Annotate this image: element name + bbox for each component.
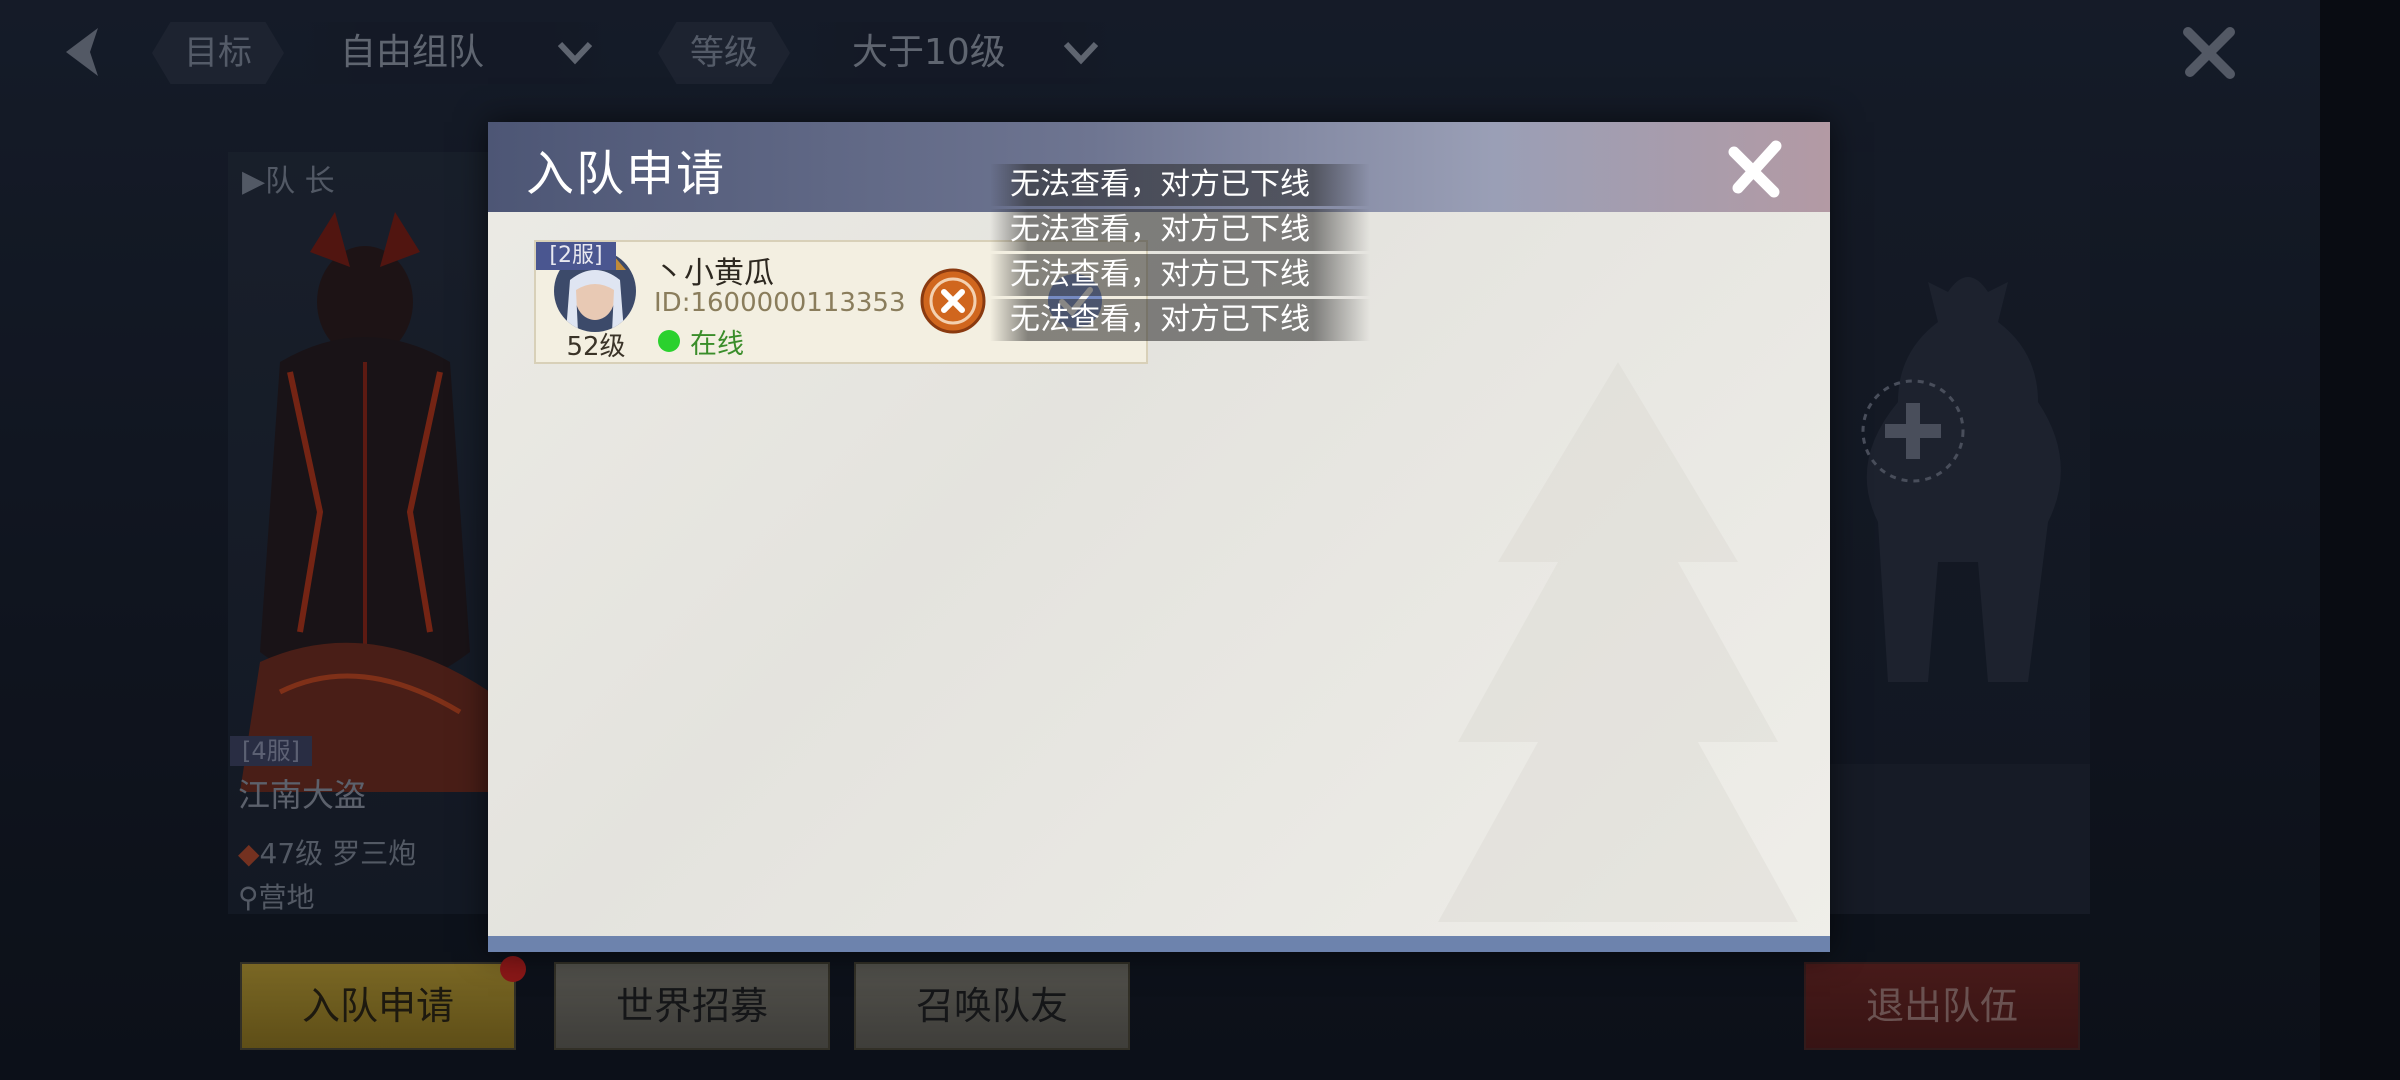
modal-title: 入队申请 <box>526 146 727 202</box>
reject-x-icon[interactable] <box>920 268 986 334</box>
modal-bottom-bar <box>488 936 1830 952</box>
close-icon[interactable] <box>1728 138 1788 198</box>
toast-message: 无法查看，对方已下线 <box>990 299 1370 341</box>
toast-message: 无法查看，对方已下线 <box>990 164 1370 206</box>
applicant-level: 52级 <box>566 332 626 362</box>
applicant-name: 丶小黄瓜 <box>654 256 774 291</box>
applicant-status: 在线 <box>690 329 744 360</box>
background-tree-decoration <box>1438 362 1798 922</box>
toast-message: 无法查看，对方已下线 <box>990 209 1370 251</box>
online-status-dot <box>658 330 680 352</box>
applicant-id: ID:1600000113353 <box>654 288 906 318</box>
toast-message: 无法查看，对方已下线 <box>990 254 1370 296</box>
applicant-server-badge: [2服] <box>536 242 616 270</box>
